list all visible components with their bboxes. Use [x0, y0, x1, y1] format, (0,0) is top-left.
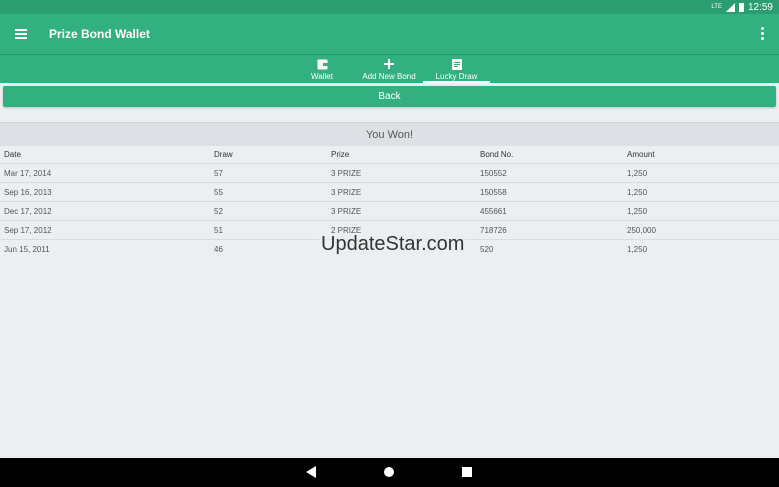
overflow-menu-icon[interactable]	[761, 27, 765, 41]
app-title: Prize Bond Wallet	[49, 27, 150, 41]
status-bar: LTE 12:59	[0, 0, 779, 14]
cell-bond-no: 718726	[480, 226, 507, 235]
back-button[interactable]: Back	[3, 86, 776, 107]
cell-draw: 55	[214, 188, 223, 197]
cell-bond-no: 520	[480, 245, 494, 254]
menu-icon[interactable]	[15, 29, 27, 39]
recents-square-icon[interactable]	[462, 467, 472, 477]
tab-label: Lucky Draw	[435, 72, 478, 81]
column-header-prize: Prize	[331, 150, 350, 159]
column-header-amount: Amount	[627, 150, 655, 159]
cell-draw: 52	[214, 207, 223, 216]
tab-label: Add New Bond	[362, 72, 416, 81]
cell-amount: 1,250	[627, 207, 648, 216]
tab-add-new-bond[interactable]: Add New Bond	[356, 55, 422, 83]
home-circle-icon[interactable]	[384, 467, 394, 477]
tab-wallet[interactable]: Wallet	[300, 55, 344, 83]
cell-prize: 3 PRIZE	[331, 188, 362, 197]
cell-amount: 1,250	[627, 188, 648, 197]
cell-bond-no: 150558	[480, 188, 507, 197]
plus-icon	[384, 59, 394, 69]
cell-amount: 1,250	[627, 245, 648, 254]
battery-icon	[738, 2, 744, 12]
back-triangle-icon[interactable]	[306, 466, 316, 478]
signal-icon	[725, 2, 735, 12]
table-row[interactable]: Mar 17, 2014 57 3 PRIZE 150552 1,250	[0, 164, 779, 183]
column-header-bond-no: Bond No.	[480, 150, 514, 159]
navigation-bar	[0, 458, 779, 487]
app-bar: Prize Bond Wallet	[0, 14, 779, 54]
cell-prize: 3 PRIZE	[331, 169, 362, 178]
cell-prize: 3 PRIZE	[331, 207, 362, 216]
cell-date: Dec 17, 2012	[4, 207, 52, 216]
watermark: UpdateStar.com	[319, 233, 467, 256]
tab-lucky-draw[interactable]: Lucky Draw	[423, 55, 490, 83]
cell-draw: 51	[214, 226, 223, 235]
cell-draw: 46	[214, 245, 223, 254]
document-icon	[451, 58, 462, 70]
table-row[interactable]: Sep 16, 2013 55 3 PRIZE 150558 1,250	[0, 183, 779, 202]
cell-amount: 1,250	[627, 169, 648, 178]
cell-date: Sep 16, 2013	[4, 188, 52, 197]
tab-bar: Wallet Add New Bond Lucky Draw	[0, 54, 779, 83]
network-indicator: LTE	[711, 4, 722, 10]
cell-draw: 57	[214, 169, 223, 178]
cell-bond-no: 455661	[480, 207, 507, 216]
cell-amount: 250,000	[627, 226, 656, 235]
tab-label: Wallet	[311, 72, 333, 81]
result-banner: You Won!	[0, 122, 779, 146]
cell-date: Mar 17, 2014	[4, 169, 52, 178]
cell-date: Jun 15, 2011	[4, 245, 50, 254]
table-header-row: Date Draw Prize Bond No. Amount	[0, 145, 779, 164]
table-row[interactable]: Dec 17, 2012 52 3 PRIZE 455661 1,250	[0, 202, 779, 221]
cell-bond-no: 150552	[480, 169, 507, 178]
column-header-date: Date	[4, 150, 21, 159]
cell-date: Sep 17, 2012	[4, 226, 52, 235]
wallet-icon	[317, 59, 328, 69]
status-time: 12:59	[747, 1, 773, 13]
column-header-draw: Draw	[214, 150, 233, 159]
